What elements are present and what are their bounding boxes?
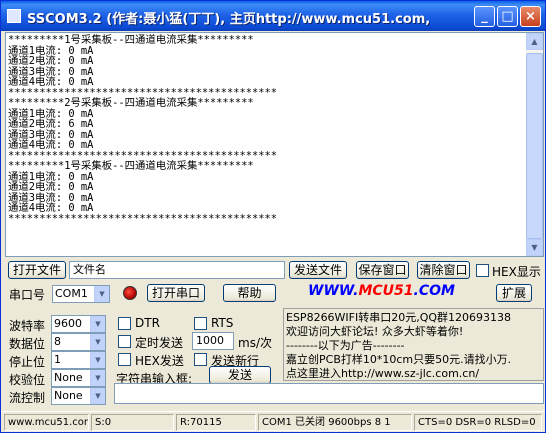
port-value: COM1 (55, 287, 88, 300)
status-bar: www.mcu51.com S:0 R:70115 COM1 已关闭 9600b… (1, 411, 545, 432)
stopbits-label: 停止位 (9, 355, 46, 369)
site-logo[interactable]: WWW.MCU51.COM (308, 283, 455, 299)
interval-unit: ms/次 (238, 336, 272, 350)
rts-label: RTS (211, 316, 234, 330)
dtr-checkbox[interactable] (118, 317, 131, 330)
window-title: SSCOM3.2 (作者:聂小猛(丁丁), 主页http://www.mcu51… (27, 12, 431, 27)
chevron-down-icon: ▼ (90, 316, 105, 332)
save-window-button[interactable]: 保存窗口 (356, 261, 409, 279)
hex-send-checkbox[interactable] (118, 353, 131, 366)
hex-send-label: HEX发送 (135, 354, 184, 368)
open-port-button[interactable]: 打开串口 (147, 284, 205, 302)
timed-send-label: 定时发送 (135, 336, 184, 350)
parity-label: 校验位 (9, 373, 46, 387)
expand-button[interactable]: 扩展 (496, 284, 532, 302)
status-site: www.mcu51.com (4, 414, 89, 431)
main-window: SSCOM3.2 (作者:聂小猛(丁丁), 主页http://www.mcu51… (0, 0, 546, 433)
minimize-button[interactable]: _ (474, 6, 495, 27)
port-label: 串口号 (9, 288, 46, 302)
port-status-indicator (123, 286, 137, 300)
baud-value: 9600 (54, 317, 82, 330)
parity-select[interactable]: None ▼ (51, 369, 106, 387)
status-received: R:70115 (176, 414, 256, 431)
logo-part-a: WWW. (308, 283, 359, 299)
status-signals: CTS=0 DSR=0 RLSD=0 (414, 414, 542, 431)
send-newline-checkbox[interactable] (194, 353, 207, 366)
receive-area[interactable]: *********1号采集板--四通道电流采集********* 通道1电流: … (5, 32, 544, 257)
vertical-scrollbar[interactable]: ▲ ▼ (526, 33, 543, 256)
logo-part-c: .COM (413, 283, 455, 299)
app-icon (7, 9, 21, 23)
ad-line-1: ESP8266WIFI转串口20元,QQ群120693138 (286, 311, 512, 324)
databits-label: 数据位 (9, 337, 46, 351)
hex-display-checkbox[interactable] (476, 264, 489, 277)
scroll-thumb[interactable] (526, 53, 543, 239)
status-sent: S:0 (91, 414, 174, 431)
dtr-label: DTR (135, 316, 160, 330)
parity-value: None (54, 371, 83, 384)
ad-line-5[interactable]: 点这里进入http://www.sz-jlc.com.cn/ (286, 367, 541, 381)
chevron-down-icon: ▼ (90, 370, 105, 386)
flow-value: None (54, 389, 83, 402)
title-bar[interactable]: SSCOM3.2 (作者:聂小猛(丁丁), 主页http://www.mcu51… (1, 1, 545, 31)
logo-part-b: MCU51 (358, 283, 414, 299)
flow-label: 流控制 (9, 391, 46, 405)
ad-line-3: --------以下为广告-------- (286, 339, 405, 352)
send-file-button[interactable]: 发送文件 (289, 261, 347, 279)
chevron-down-icon: ▼ (94, 286, 109, 302)
file-name-field[interactable]: 文件名 (69, 261, 285, 279)
scroll-down-icon[interactable]: ▼ (526, 239, 543, 256)
hex-display-label: HEX显示 (492, 265, 541, 279)
send-input[interactable] (114, 383, 544, 404)
open-file-button[interactable]: 打开文件 (8, 261, 66, 279)
ad-line-2: 欢迎访问大虾论坛! 众多大虾等着你! (286, 325, 464, 338)
clear-window-button[interactable]: 清除窗口 (417, 261, 470, 279)
scroll-up-icon[interactable]: ▲ (526, 33, 543, 50)
stopbits-select[interactable]: 1 ▼ (51, 351, 106, 369)
baud-label: 波特率 (9, 319, 46, 333)
port-select[interactable]: COM1 ▼ (52, 285, 110, 303)
timed-send-checkbox[interactable] (118, 335, 131, 348)
close-button[interactable]: × (520, 6, 541, 27)
help-button[interactable]: 帮助 (223, 284, 276, 302)
rts-checkbox[interactable] (194, 317, 207, 330)
databits-select[interactable]: 8 ▼ (51, 333, 106, 351)
ad-panel[interactable]: ESP8266WIFI转串口20元,QQ群120693138 欢迎访问大虾论坛!… (283, 308, 544, 381)
flow-select[interactable]: None ▼ (51, 387, 106, 405)
maximize-button[interactable]: □ (497, 6, 518, 27)
receive-text: *********1号采集板--四通道电流采集********* 通道1电流: … (8, 34, 277, 225)
stopbits-value: 1 (54, 353, 61, 366)
status-port-state: COM1 已关闭 9600bps 8 1 (258, 414, 412, 431)
baud-select[interactable]: 9600 ▼ (51, 315, 106, 333)
send-button[interactable]: 发送 (209, 366, 271, 384)
chevron-down-icon: ▼ (90, 388, 105, 404)
interval-field[interactable]: 1000 (192, 332, 234, 350)
databits-value: 8 (54, 335, 61, 348)
ad-line-4: 嘉立创PCB打样10*10cm只要50元.请找小万. (286, 353, 512, 366)
chevron-down-icon: ▼ (90, 352, 105, 368)
chevron-down-icon: ▼ (90, 334, 105, 350)
